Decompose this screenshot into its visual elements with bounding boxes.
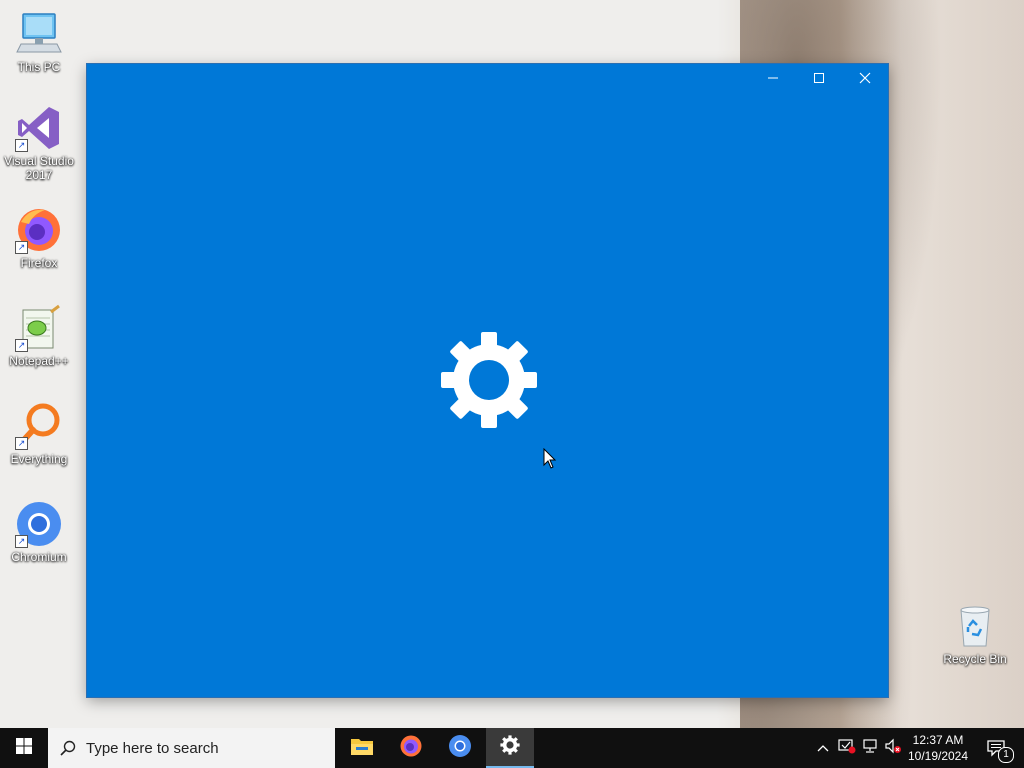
desktop-icon-label: Chromium — [11, 550, 67, 564]
action-center-button[interactable]: 1 — [978, 728, 1014, 768]
everything-search-icon: ↗ — [15, 402, 63, 450]
shortcut-arrow-icon: ↗ — [15, 241, 28, 254]
computer-icon — [15, 10, 63, 58]
chromium-icon — [448, 734, 472, 763]
maximize-icon — [813, 71, 825, 89]
desktop-icon-label: Notepad++ — [9, 354, 69, 368]
minimize-button[interactable] — [750, 64, 796, 96]
desktop-icon-label: Firefox — [20, 256, 58, 270]
taskbar-firefox[interactable] — [387, 728, 435, 768]
windows-logo-icon — [16, 737, 32, 759]
search-placeholder: Type here to search — [86, 739, 219, 757]
close-button[interactable] — [842, 64, 888, 96]
chromium-icon: ↗ — [15, 500, 63, 548]
mouse-cursor-icon — [543, 447, 557, 470]
notepadpp-icon: ↗ — [15, 304, 63, 352]
taskbar-clock[interactable]: 12:37 AM 10/19/2024 — [902, 728, 974, 768]
tray-volume[interactable] — [882, 728, 904, 768]
shortcut-arrow-icon: ↗ — [15, 437, 28, 450]
search-icon — [60, 740, 76, 756]
folder-icon — [350, 736, 374, 761]
shortcut-arrow-icon: ↗ — [15, 139, 28, 152]
visual-studio-icon: ↗ — [15, 104, 63, 152]
shortcut-arrow-icon: ↗ — [15, 339, 28, 352]
taskbar-settings[interactable] — [486, 728, 534, 768]
tray-security[interactable] — [836, 728, 858, 768]
desktop-icon-label: Recycle Bin — [943, 652, 1007, 666]
chevron-up-icon — [817, 739, 829, 757]
notification-count-badge: 1 — [998, 747, 1014, 763]
desktop-icon-notepadpp[interactable]: ↗ Notepad++ — [1, 304, 77, 368]
taskbar-search-box[interactable]: Type here to search — [48, 728, 335, 768]
notification-icon: 1 — [986, 739, 1014, 763]
settings-window[interactable] — [87, 64, 888, 697]
tray-network[interactable] — [860, 728, 882, 768]
clock-time: 12:37 AM — [912, 733, 964, 747]
taskbar-file-explorer[interactable] — [338, 728, 386, 768]
volume-muted-icon — [884, 738, 902, 759]
desktop-icon-visual-studio[interactable]: ↗ Visual Studio 2017 — [1, 104, 77, 182]
close-icon — [859, 71, 871, 89]
desktop-icon-firefox[interactable]: ↗ Firefox — [1, 206, 77, 270]
firefox-icon — [399, 734, 423, 763]
splash-gear-icon — [439, 330, 539, 430]
desktop-icon-label: Everything — [10, 452, 68, 466]
desktop-icon-recycle-bin[interactable]: Recycle Bin — [937, 602, 1013, 666]
desktop-icon-everything[interactable]: ↗ Everything — [1, 402, 77, 466]
gear-icon — [500, 734, 520, 760]
taskbar: Type here to search 12:37 AM 10/19/2024 … — [0, 728, 1024, 768]
desktop-icon-label: Visual Studio 2017 — [4, 154, 74, 182]
security-alert-icon — [838, 738, 856, 759]
minimize-icon — [767, 71, 779, 89]
desktop-icon-label: This PC — [17, 60, 61, 74]
start-button[interactable] — [0, 728, 48, 768]
maximize-button[interactable] — [796, 64, 842, 96]
tray-show-hidden-icons[interactable] — [812, 728, 834, 768]
recycle-bin-icon — [951, 602, 999, 650]
firefox-icon: ↗ — [15, 206, 63, 254]
taskbar-chromium[interactable] — [436, 728, 484, 768]
clock-date: 10/19/2024 — [907, 749, 969, 763]
desktop-icon-this-pc[interactable]: This PC — [1, 10, 77, 74]
network-icon — [862, 738, 880, 759]
shortcut-arrow-icon: ↗ — [15, 535, 28, 548]
desktop-icon-chromium[interactable]: ↗ Chromium — [1, 500, 77, 564]
